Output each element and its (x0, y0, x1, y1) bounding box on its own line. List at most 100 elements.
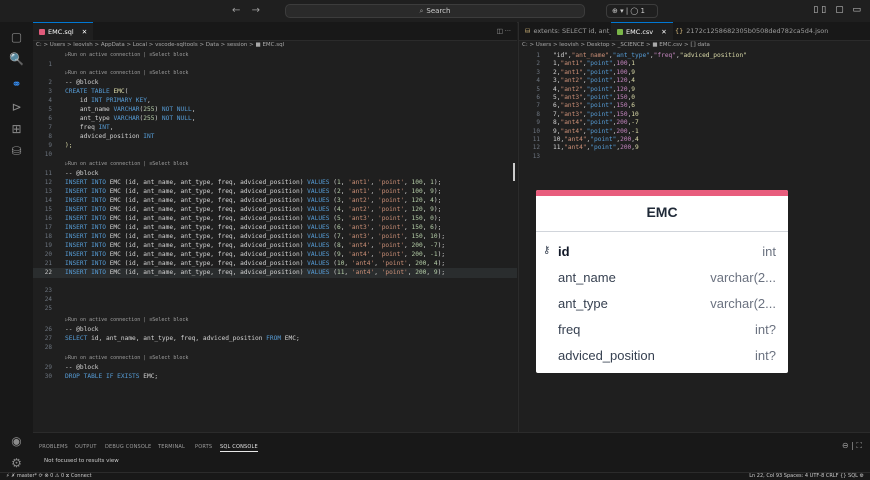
extensions-icon[interactable]: ⊞ (0, 122, 33, 136)
er-column-id[interactable]: ⚷ id int (536, 244, 788, 270)
search-icon[interactable]: 🔍 (0, 52, 33, 66)
code-line: INSERT INTO EMC (id, ant_name, ant_type,… (65, 197, 442, 204)
csv-line: 1,"ant1","point",100,1 (553, 60, 636, 68)
codelens[interactable]: ▷Run on active connection | ≡Select bloc… (65, 70, 188, 76)
sql-file-icon (39, 29, 45, 35)
csv-line: 6,"ant3","point",150,6 (553, 102, 636, 110)
code-line: CREATE TABLE EMC( (65, 88, 129, 95)
csv-line: 4,"ant2","point",120,9 (553, 85, 636, 93)
er-table-title: EMC (646, 204, 678, 220)
codelens[interactable]: ▷Run on active connection | ≡Select bloc… (65, 161, 188, 167)
activity-bar: ▢ 🔍 ⚭ ⊳ ⊞ ⛁ ◉ ⚙ (0, 22, 34, 472)
code-line: freq INT, (65, 124, 114, 131)
run-debug-icon[interactable]: ⊳ (0, 100, 33, 114)
code-line: SELECT id, ant_name, ant_type, freq, adv… (65, 335, 300, 342)
code-line: INSERT INTO EMC (id, ant_name, ant_type,… (65, 224, 442, 231)
tab-ports[interactable]: PORTS (195, 444, 212, 450)
status-right[interactable]: Ln 22, Col 93 Spaces: 4 UTF-8 CRLF {} SQ… (749, 473, 864, 479)
csv-line: 5,"ant3","point",150,0 (553, 94, 636, 101)
column-name: id (558, 244, 570, 259)
code-line: INSERT INTO EMC (id, ant_name, ant_type,… (65, 215, 442, 222)
left-tab-bar: EMC.sql ✕ ◫ ··· (33, 22, 517, 41)
code-line: adviced_position INT (65, 133, 155, 140)
account-icon[interactable]: ◉ (0, 434, 33, 448)
split-sash[interactable] (513, 163, 515, 181)
column-type: int (762, 244, 776, 259)
bottom-panel: PROBLEMS OUTPUT DEBUG CONSOLE TERMINAL P… (33, 432, 870, 473)
layout-controls[interactable]: ▯▯ ▢ ▭ (813, 5, 864, 15)
search-label: Search (426, 7, 451, 15)
status-left[interactable]: ⚡ ✗ master* ⟳ ⊗ 0 ⚠ 0 ⧖ Connect (6, 473, 92, 479)
column-name: ant_name (558, 270, 616, 285)
csv-line: 8,"ant4","point",200,-7 (553, 119, 639, 127)
code-line: INSERT INTO EMC (id, ant_name, ant_type,… (65, 206, 442, 213)
er-diagram-table[interactable]: EMC ⚷ id int ant_name varchar(2... ant_t… (536, 190, 788, 373)
column-name: ant_type (558, 296, 608, 311)
tab-json-file[interactable]: {} 2172c1258682305b0508ded782ca5d4.json (669, 22, 834, 40)
code-line: id INT PRIMARY KEY, (65, 97, 151, 104)
close-icon[interactable]: ✕ (82, 28, 87, 36)
forward-arrow-icon[interactable]: → (252, 5, 260, 16)
csv-line: 7,"ant3","point",150,10 (553, 110, 639, 118)
csv-line: 10,"ant4","point",200,4 (553, 136, 639, 143)
code-line: ant_name VARCHAR(255) NOT NULL, (65, 106, 196, 113)
code-line: INSERT INTO EMC (id, ant_name, ant_type,… (65, 242, 446, 249)
column-type: int? (755, 322, 776, 337)
code-line: INSERT INTO EMC (id, ant_name, ant_type,… (65, 233, 446, 240)
code-line: ); (65, 142, 73, 149)
column-name: adviced_position (558, 348, 655, 363)
title-bar: ← → ⌕ Search ⊕ ▾ | ◯ 1 ▯▯ ▢ ▭ (0, 0, 870, 23)
close-icon[interactable]: ✕ (661, 28, 666, 36)
right-tab-bar: ⛁ extents: SELECT id, ant_n... EMC.csv ✕ … (519, 22, 870, 41)
tab-sql-console[interactable]: SQL CONSOLE (220, 444, 258, 452)
tab-emc-csv[interactable]: EMC.csv ✕ (611, 22, 673, 40)
explorer-icon[interactable]: ▢ (0, 30, 33, 44)
editor-actions[interactable]: ◫ ··· (491, 22, 517, 40)
tab-problems[interactable]: PROBLEMS (39, 444, 68, 450)
command-center-search[interactable]: ⌕ Search (285, 4, 585, 18)
code-line: -- @block (65, 326, 99, 333)
code-line: INSERT INTO EMC (id, ant_name, ant_type,… (65, 251, 446, 258)
breadcrumb[interactable]: C: > Users > leovish > AppData > Local >… (36, 42, 284, 48)
database-icon: ⛁ (525, 27, 531, 35)
database-icon[interactable]: ⛁ (0, 144, 33, 158)
er-column-ant-type[interactable]: ant_type varchar(2... (536, 296, 788, 322)
csv-line: 9,"ant4","point",200,-1 (553, 127, 639, 135)
tab-debug-console[interactable]: DEBUG CONSOLE (105, 444, 151, 450)
tab-label: 2172c1258682305b0508ded782ca5d4.json (686, 27, 829, 35)
er-column-ant-name[interactable]: ant_name varchar(2... (536, 270, 788, 296)
code-line: INSERT INTO EMC (id, ant_name, ant_type,… (65, 188, 442, 195)
tab-terminal[interactable]: TERMINAL (158, 444, 185, 450)
codelens[interactable]: ▷Run on active connection | ≡Select bloc… (65, 355, 188, 361)
tab-output[interactable]: OUTPUT (75, 444, 97, 450)
code-line: INSERT INTO EMC (id, ant_name, ant_type,… (65, 269, 446, 276)
gear-icon[interactable]: ⚙ (0, 456, 33, 470)
sqltools-icon[interactable]: ⚭ (0, 77, 33, 91)
codelens[interactable]: ▷Run on active connection | ≡Select bloc… (65, 317, 188, 323)
nav-buttons: ← → (232, 5, 268, 16)
column-type: varchar(2... (710, 270, 776, 285)
column-name: freq (558, 322, 581, 337)
csv-file-icon (617, 29, 623, 35)
tab-emc-sql[interactable]: EMC.sql ✕ (33, 22, 94, 40)
search-icon: ⌕ (419, 7, 424, 15)
back-arrow-icon[interactable]: ← (232, 5, 240, 16)
csv-line: 11,"ant4","point",200,9 (553, 144, 639, 152)
copilot-button[interactable]: ⊕ ▾ | ◯ 1 (606, 4, 658, 18)
er-column-adviced-position[interactable]: adviced_position int? (536, 348, 788, 373)
breadcrumb[interactable]: C: > Users > leovish > Desktop > _SCIENC… (522, 42, 710, 48)
er-column-freq[interactable]: freq int? (536, 322, 788, 348)
codelens[interactable]: ▷Run on active connection | ≡Select bloc… (65, 52, 188, 58)
divider (536, 231, 788, 232)
code-line: DROP TABLE IF EXISTS EMC; (65, 373, 159, 380)
er-header-bar (536, 190, 788, 196)
tab-label: extents: SELECT id, ant_n... (533, 27, 623, 35)
code-line: INSERT INTO EMC (id, ant_name, ant_type,… (65, 260, 446, 267)
csv-line: 3,"ant2","point",120,4 (553, 77, 636, 85)
key-icon: ⚷ (543, 245, 551, 256)
code-line: INSERT INTO EMC (id, ant_name, ant_type,… (65, 179, 442, 186)
tab-label: EMC.sql (48, 28, 74, 36)
panel-message: Not focused to results view (44, 458, 119, 464)
json-file-icon: {} (675, 27, 684, 35)
panel-actions[interactable]: ⊖ | ⛶ (842, 441, 862, 451)
